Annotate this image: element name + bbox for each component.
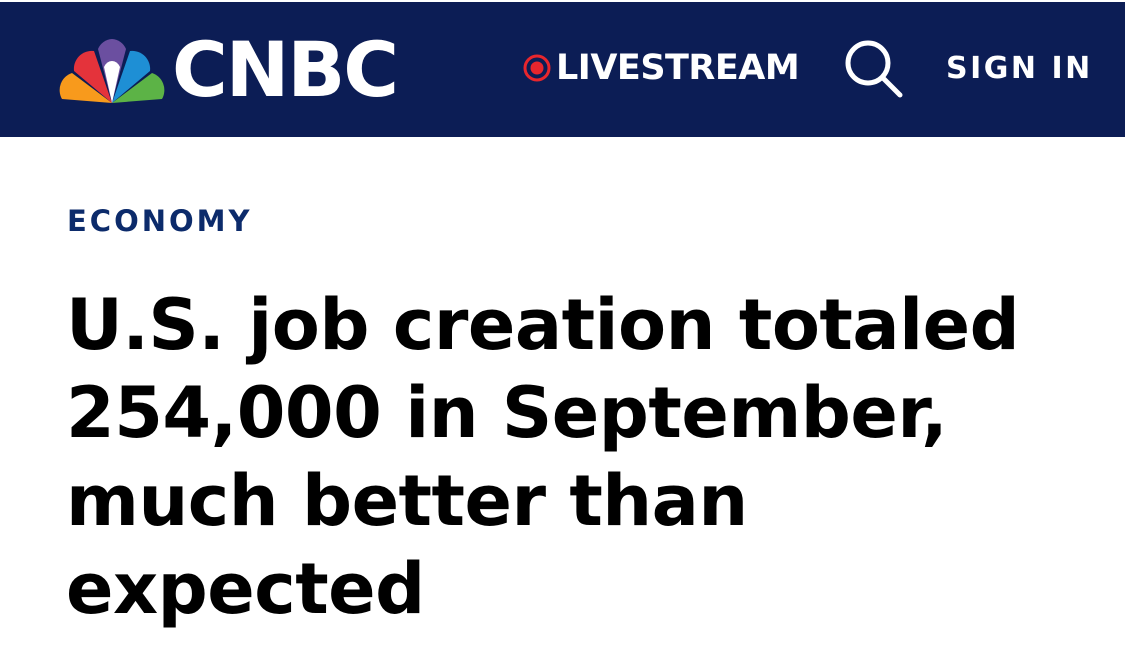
livestream-link[interactable]: LIVESTREAM — [522, 45, 800, 91]
section-label[interactable]: ECONOMY — [67, 204, 253, 238]
search-icon — [845, 40, 903, 98]
peacock-logo-icon — [59, 39, 165, 103]
live-dot-icon — [523, 54, 551, 82]
sign-in-button[interactable]: SIGN IN — [946, 45, 1093, 91]
cnbc-logo[interactable]: CNBC — [58, 25, 399, 114]
site-header: CNBC LIVESTREAM SIGN IN — [0, 0, 1125, 137]
logo-wordmark: CNBC — [172, 25, 399, 114]
headline: U.S. job creation totaled 254,000 in Sep… — [66, 284, 1020, 630]
search-button[interactable] — [840, 35, 906, 101]
livestream-label: LIVESTREAM — [556, 48, 800, 88]
